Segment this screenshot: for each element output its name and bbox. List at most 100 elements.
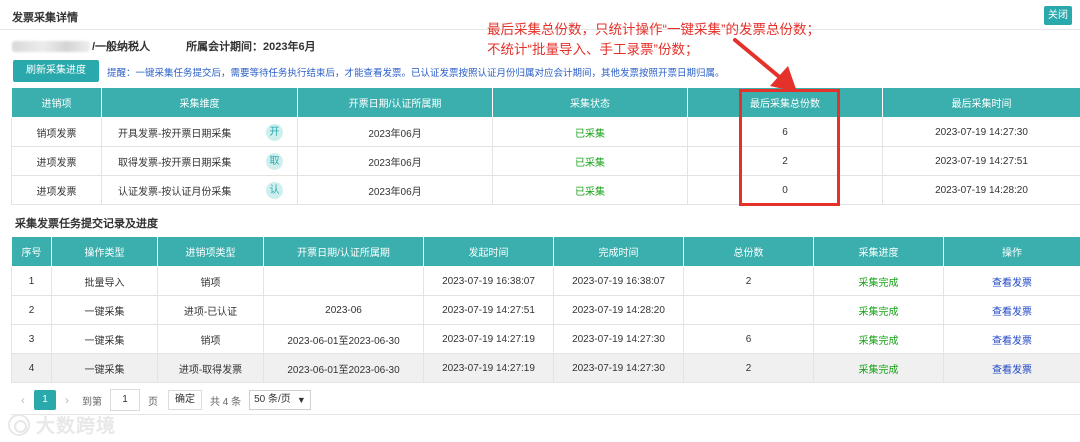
task-records-table: 序号 操作类型 进销项类型 开票日期/认证所属期 发起时间 完成时间 总份数 采…: [11, 236, 1080, 383]
annotation-line-1: 最后采集总份数，只统计操作“一键采集”的发票总份数；: [487, 22, 820, 37]
time-cell: 2023-07-19 14:27:30: [882, 117, 1080, 147]
close-button[interactable]: 关闭: [1044, 6, 1072, 25]
total-cell: 2: [683, 266, 814, 296]
divider: [11, 414, 1080, 415]
start-cell: 2023-07-19 14:27:19: [423, 353, 554, 383]
end-cell: 2023-07-19 14:28:20: [553, 295, 684, 325]
collection-summary-table: 进销项 采集维度 开票日期/认证所属期 采集状态 最后采集总份数 最后采集时间 …: [11, 87, 1080, 205]
total-cell: [683, 295, 814, 325]
progress-cell: 采集完成: [813, 295, 944, 325]
current-page-button[interactable]: 1: [34, 390, 56, 410]
table-row: 1 批量导入 销项 2023-07-19 16:38:07 2023-07-19…: [11, 266, 1080, 296]
annotation-line-2: 不统计“批量导入、手工录票”份数；: [487, 42, 699, 57]
col-header-end-time: 完成时间: [553, 236, 684, 267]
kind-cell: 进项-取得发票: [157, 353, 264, 383]
page-unit-label: 页: [148, 396, 158, 408]
no-cell: 2: [11, 295, 52, 325]
dimension-label: 取得发票-按开票日期采集: [118, 157, 232, 169]
accounting-period: 所属会计期间：2023年6月: [186, 41, 316, 53]
col-header-total: 总份数: [683, 236, 814, 267]
goto-label: 到第: [82, 396, 102, 408]
period-cell: 2023-06: [263, 295, 424, 325]
no-cell: 1: [11, 266, 52, 296]
col-header-period: 开票日期/认证所属期: [263, 236, 424, 267]
taxpayer-type: /一般纳税人: [92, 41, 151, 53]
annotation-text: 最后采集总份数，只统计操作“一键采集”的发票总份数； 不统计“批量导入、手工录票…: [487, 20, 820, 60]
summary-header-row: 进销项 采集维度 开票日期/认证所属期 采集状态 最后采集总份数 最后采集时间: [11, 87, 1080, 118]
company-info: /一般纳税人 所属会计期间：2023年6月: [12, 38, 316, 54]
col-header-progress: 采集进度: [813, 236, 944, 267]
op-cell: 一键采集: [51, 295, 158, 325]
view-invoices-link[interactable]: 查看发票: [943, 353, 1080, 383]
op-cell: 批量导入: [51, 266, 158, 296]
page-title: 发票采集详情: [12, 12, 78, 24]
col-header-no: 序号: [11, 236, 52, 267]
col-header-kind: 进销项类型: [157, 236, 264, 267]
col-header-op-type: 操作类型: [51, 236, 158, 267]
dimension-label: 开具发票-按开票日期采集: [118, 128, 232, 140]
end-cell: 2023-07-19 16:38:07: [553, 266, 684, 296]
col-header-direction: 进销项: [11, 87, 102, 118]
page-size-select[interactable]: 50 条/页 ▼: [249, 390, 311, 410]
progress-cell: 采集完成: [813, 266, 944, 296]
col-header-status: 采集状态: [492, 87, 688, 118]
chevron-down-icon: ▼: [296, 395, 306, 405]
op-cell: 一键采集: [51, 324, 158, 354]
table-row: 进项发票 认证发票-按认证月份采集认 2023年06月 已采集 0 2023-0…: [11, 175, 1080, 205]
start-cell: 2023-07-19 14:27:19: [423, 324, 554, 354]
status-cell: 已采集: [492, 117, 688, 147]
table-row: 销项发票 开具发票-按开票日期采集开 2023年06月 已采集 6 2023-0…: [11, 117, 1080, 147]
watermark: 大数跨境: [8, 411, 116, 438]
kind-cell: 进项-已认证: [157, 295, 264, 325]
company-name-redacted: [12, 40, 90, 52]
total-cell: 6: [683, 324, 814, 354]
start-cell: 2023-07-19 14:27:51: [423, 295, 554, 325]
no-cell: 4: [11, 353, 52, 383]
dimension-cell: 取得发票-按开票日期采集 取: [101, 146, 298, 176]
progress-cell: 采集完成: [813, 324, 944, 354]
period-cell: 2023-06-01至2023-06-30: [263, 324, 424, 354]
table-row: 2 一键采集 进项-已认证 2023-06 2023-07-19 14:27:5…: [11, 295, 1080, 325]
brand-logo-icon: [8, 413, 30, 436]
no-cell: 3: [11, 324, 52, 354]
time-cell: 2023-07-19 14:27:51: [882, 146, 1080, 176]
kind-cell: 销项: [157, 266, 264, 296]
total-cell: 2: [683, 353, 814, 383]
view-invoices-link[interactable]: 查看发票: [943, 324, 1080, 354]
view-invoices-link[interactable]: 查看发票: [943, 266, 1080, 296]
tasks-header-row: 序号 操作类型 进销项类型 开票日期/认证所属期 发起时间 完成时间 总份数 采…: [11, 236, 1080, 267]
end-cell: 2023-07-19 14:27:30: [553, 324, 684, 354]
progress-cell: 采集完成: [813, 353, 944, 383]
col-header-dimension: 采集维度: [101, 87, 298, 118]
dimension-cell: 开具发票-按开票日期采集 开: [101, 117, 298, 147]
dimension-badge: 取: [266, 153, 283, 170]
chevron-left-icon[interactable]: ‹: [16, 393, 30, 407]
view-invoices-link[interactable]: 查看发票: [943, 295, 1080, 325]
status-cell: 已采集: [492, 146, 688, 176]
direction-cell: 进项发票: [11, 146, 102, 176]
goto-page-input[interactable]: 1: [110, 389, 140, 411]
dimension-cell: 认证发票-按认证月份采集 认: [101, 175, 298, 205]
page-size-value: 50 条/页: [254, 394, 291, 405]
confirm-button[interactable]: 确定: [168, 390, 202, 410]
period-cell: [263, 266, 424, 296]
direction-cell: 进项发票: [11, 175, 102, 205]
status-cell: 已采集: [492, 175, 688, 205]
time-cell: 2023-07-19 14:28:20: [882, 175, 1080, 205]
col-header-last-time: 最后采集时间: [882, 87, 1080, 118]
total-count: 共 4 条: [210, 396, 242, 408]
period-cell: 2023-06-01至2023-06-30: [263, 353, 424, 383]
dimension-badge: 认: [266, 182, 283, 199]
start-cell: 2023-07-19 16:38:07: [423, 266, 554, 296]
tasks-section-title: 采集发票任务提交记录及进度: [15, 218, 158, 230]
table-row: 进项发票 取得发票-按开票日期采集取 2023年06月 已采集 2 2023-0…: [11, 146, 1080, 176]
period-cell: 2023年06月: [297, 175, 493, 205]
table-row: 4 一键采集 进项-取得发票 2023-06-01至2023-06-30 202…: [11, 353, 1080, 383]
refresh-progress-button[interactable]: 刷新采集进度: [13, 60, 99, 82]
chevron-right-icon[interactable]: ›: [60, 393, 74, 407]
dimension-badge: 开: [266, 124, 283, 141]
period-cell: 2023年06月: [297, 117, 493, 147]
reminder-text: 提醒：一键采集任务提交后，需要等待任务执行结束后，才能查看发票。已认证发票按照认…: [107, 68, 725, 79]
col-header-action: 操作: [943, 236, 1080, 267]
pagination: ‹ 1 › 到第 1 页 确定 共 4 条 50 条/页 ▼: [16, 389, 311, 411]
